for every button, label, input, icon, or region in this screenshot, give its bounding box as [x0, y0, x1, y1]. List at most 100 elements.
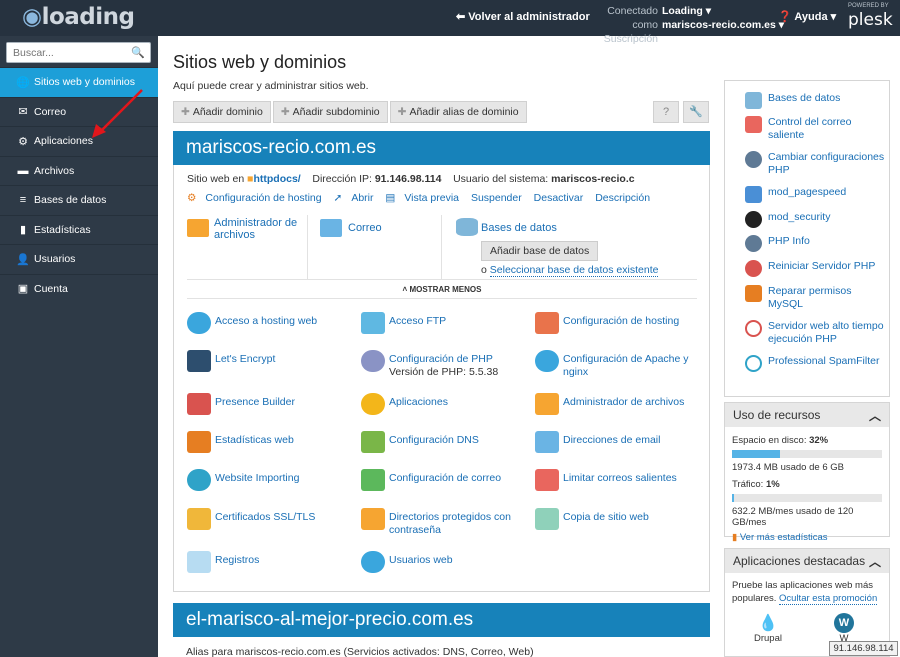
subscription-menu[interactable]: mariscos-recio.com.es ▾: [662, 18, 784, 32]
mail-icon: [535, 431, 559, 453]
select-existing-db-link[interactable]: Seleccionar base de datos existente: [489, 264, 659, 277]
help-menu[interactable]: ❓ Ayuda ▾: [778, 10, 836, 23]
app-drupal[interactable]: 💧 Drupal: [753, 613, 783, 644]
preview-icon: ▤: [385, 192, 396, 204]
chevron-up-icon: ︿: [868, 555, 881, 569]
hide-promo-link[interactable]: Ocultar esta promoción: [779, 593, 878, 605]
back-to-admin-link[interactable]: ⬅ Volver al administrador: [456, 10, 590, 23]
id-card-icon: ▣: [17, 283, 29, 296]
hosting-settings-link[interactable]: ⚙ Configuración de hosting: [187, 192, 322, 204]
bar-chart-icon: [187, 431, 211, 453]
account-labels: Conectado como Suscripción: [603, 5, 658, 45]
check-circle-icon: [745, 355, 762, 372]
account-values: Loading ▾ mariscos-recio.com.es ▾: [662, 4, 784, 32]
domain-alias-info: Alias para mariscos-recio.com.es (Servic…: [186, 646, 534, 657]
php-icon: [361, 350, 385, 372]
mail-icon: [320, 219, 342, 237]
sidebar-item-account[interactable]: ▣ Cuenta: [0, 273, 158, 304]
gear-icon: [361, 393, 385, 415]
mail-link[interactable]: Correo: [348, 222, 382, 234]
lock-icon: [187, 350, 211, 372]
traffic-bar: [732, 494, 882, 502]
database-icon: ≡: [19, 194, 27, 207]
file-manager-cell: Administrador de archivos: [187, 215, 308, 279]
sidebar-item-statistics[interactable]: ▮ Estadísticas: [0, 214, 158, 245]
wordpress-icon: W: [834, 613, 854, 633]
disk-usage-fill: [732, 450, 780, 458]
domain-panel: Sitio web en ■httpdocs/ Dirección IP: 91…: [173, 165, 710, 592]
top-bar: ◉loading ⬅ Volver al administrador Conec…: [0, 0, 900, 45]
disk-usage-row: Espacio en disco: 32%: [732, 435, 829, 446]
ip-tooltip: 91.146.98.114: [829, 641, 898, 656]
preview-link[interactable]: ▤ Vista previa: [385, 192, 459, 204]
add-database-button[interactable]: Añadir base de datos: [481, 241, 599, 261]
add-domain-button[interactable]: ✚ Añadir dominio: [173, 101, 271, 123]
powered-by-label: POWERED BY: [848, 3, 889, 9]
folder-icon: [187, 219, 209, 237]
question-icon: ?: [662, 106, 670, 118]
clock-icon: [745, 320, 762, 337]
featured-apps-body: Pruebe las aplicaciones web más populare…: [732, 580, 878, 605]
domain-header[interactable]: mariscos-recio.com.es: [173, 131, 710, 165]
dns-icon: [361, 431, 385, 453]
caret-down-icon: ▾: [705, 5, 712, 17]
featured-apps-header[interactable]: Aplicaciones destacadas ︿: [725, 549, 889, 573]
user-icon: 👤: [16, 253, 30, 266]
logo[interactable]: ◉loading: [22, 4, 135, 30]
add-alias-button[interactable]: ✚ Añadir alias de dominio: [389, 101, 527, 123]
domain-header-2[interactable]: el-marisco-al-mejor-precio.com.es: [173, 603, 710, 637]
add-subdomain-button[interactable]: ✚ Añadir subdominio: [272, 101, 388, 123]
hosting-settings-icon: [535, 312, 559, 334]
tools-button[interactable]: 🔧: [683, 101, 709, 123]
page-title: Sitios web y dominios: [173, 52, 347, 72]
folder-icon: [535, 393, 559, 415]
wrench-icon: 🔧: [689, 106, 703, 118]
domain-info: Sitio web en ■httpdocs/ Dirección IP: 91…: [187, 173, 635, 185]
user-menu[interactable]: Loading ▾: [662, 4, 784, 18]
sidebar-item-files[interactable]: ▬ Archivos: [0, 155, 158, 186]
httpdocs-link[interactable]: httpdocs/: [253, 173, 300, 185]
drupal-icon: 💧: [758, 615, 778, 632]
app-wordpress[interactable]: WW: [829, 613, 859, 644]
globe-icon: [187, 312, 211, 334]
open-link[interactable]: ➚ Abrir: [334, 192, 374, 204]
right-tools-panel: Bases de datos Control del correo salien…: [724, 80, 890, 397]
description-link[interactable]: Descripción: [595, 192, 650, 204]
info-icon: [745, 235, 762, 252]
search-input[interactable]: [7, 43, 127, 62]
bar-chart-icon: ▮: [732, 532, 738, 543]
mail-icon: ✉: [18, 106, 28, 119]
folder-icon: ▬: [17, 164, 29, 177]
plus-icon: ✚: [397, 106, 407, 118]
sidebar-item-users[interactable]: 👤 Usuarios: [0, 244, 158, 274]
plesk-logo: plesk: [848, 10, 893, 30]
search-icon[interactable]: 🔍: [131, 46, 145, 59]
mail-icon: [745, 116, 762, 133]
deactivate-link[interactable]: Desactivar: [534, 192, 584, 204]
locked-folder-icon: [361, 508, 385, 530]
settings-icon: ⚙: [187, 192, 197, 204]
suspend-link[interactable]: Suspender: [471, 192, 522, 204]
select-db-row: o Seleccionar base de datos existente: [481, 264, 659, 277]
help-button[interactable]: ?: [653, 101, 679, 123]
traffic-detail: 632.2 MB/mes usado de 120 GB/mes: [732, 506, 854, 528]
caret-down-icon: ▾: [830, 11, 837, 23]
domain-actions: ⚙ Configuración de hosting ➚ Abrir ▤ Vista …: [187, 192, 659, 204]
arrow-left-icon: ⬅: [456, 11, 469, 23]
sidebar-item-databases[interactable]: ≡ Bases de datos: [0, 185, 158, 215]
php-icon: [745, 151, 762, 168]
disk-usage-detail: 1973.4 MB usado de 6 GB: [732, 462, 844, 473]
plus-icon: ✚: [280, 106, 290, 118]
more-stats-link[interactable]: ▮ Ver más estadísticas: [732, 532, 882, 543]
show-less-toggle[interactable]: ˄ MOSTRAR MENOS: [187, 279, 697, 299]
copy-icon: [535, 508, 559, 530]
builder-tools-icon: [187, 393, 211, 415]
globe-icon: 🌐: [16, 76, 30, 89]
disk-usage-bar: [732, 450, 882, 458]
import-icon: [187, 469, 211, 491]
databases-link[interactable]: Bases de datos: [481, 222, 557, 234]
file-manager-link[interactable]: Administrador de archivos: [214, 217, 304, 241]
resource-usage-header[interactable]: Uso de recursos ︿: [725, 403, 889, 427]
certificate-icon: [187, 508, 211, 530]
chevron-up-icon: ︿: [868, 409, 881, 423]
